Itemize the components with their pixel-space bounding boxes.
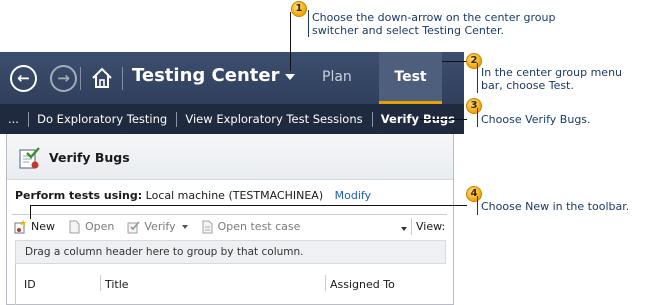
open-test-case-button[interactable]: Open test case — [201, 220, 301, 234]
callout-leader — [420, 119, 467, 120]
verify-button[interactable]: Verify — [127, 220, 188, 234]
testing-center-app: ← → Testing Center Plan Test ... Do Expl… — [0, 52, 464, 305]
group-by-hint[interactable]: Drag a column header here to group by th… — [15, 240, 446, 264]
numbered-callout-icon: 3 — [466, 98, 482, 114]
verify-bugs-panel: Verify Bugs Perform tests using: Local m… — [6, 134, 454, 305]
divider — [80, 67, 81, 90]
column-header-title[interactable]: Title — [105, 278, 129, 291]
verify-icon — [127, 220, 140, 233]
column-headers: ID Title Assigned To — [15, 264, 446, 305]
open-button[interactable]: Open — [68, 220, 114, 234]
callout-1-line: switcher and select Testing Center. — [312, 24, 504, 37]
callout-leader — [30, 205, 31, 219]
app-title: Testing Center — [132, 65, 280, 86]
callout-leader — [290, 12, 291, 71]
divider — [122, 67, 123, 90]
title-bar: ← → Testing Center Plan Test — [0, 52, 464, 104]
new-button[interactable]: New — [14, 219, 55, 234]
perform-tests-row: Perform tests using: Local machine (TEST… — [15, 189, 371, 202]
home-icon[interactable] — [90, 66, 114, 90]
subnav-view-exploratory-test-sessions[interactable]: View Exploratory Test Sessions — [176, 112, 371, 126]
callout-4-text: Choose New in the toolbar. — [481, 200, 629, 213]
open-test-case-label: Open test case — [217, 220, 301, 233]
back-arrow-icon[interactable]: ← — [10, 65, 37, 92]
callout-rule — [477, 63, 478, 93]
callout-rule — [308, 10, 309, 37]
toolbar: New Open Verify Open test case View: — [12, 214, 447, 238]
subnav-do-exploratory-testing[interactable]: Do Exploratory Testing — [28, 112, 176, 126]
callout-2-line: In the center group menu — [481, 66, 623, 79]
callout-leader — [442, 61, 467, 62]
divider — [411, 218, 412, 235]
chevron-down-icon[interactable] — [285, 74, 295, 80]
verify-bugs-icon — [19, 147, 40, 169]
subnav-overflow[interactable]: ... — [0, 112, 28, 126]
group-plan[interactable]: Plan — [322, 69, 352, 85]
view-label: View: — [416, 220, 446, 233]
chevron-down-icon[interactable] — [181, 224, 188, 229]
callout-4-line: Choose New in the toolbar. — [481, 200, 630, 213]
numbered-callout-icon: 4 — [466, 186, 482, 202]
new-item-icon — [14, 219, 26, 233]
open-document-icon — [69, 220, 80, 233]
column-header-id[interactable]: ID — [24, 278, 36, 291]
numbered-callout-icon: 2 — [466, 53, 482, 69]
modify-link[interactable]: Modify — [335, 189, 371, 202]
verify-button-label: Verify — [144, 220, 176, 233]
perform-value: Local machine (TESTMACHINEA) — [145, 189, 324, 202]
panel-title: Verify Bugs — [49, 150, 130, 165]
callout-3-text: Choose Verify Bugs. — [481, 113, 591, 126]
callout-2-line: bar, choose Test. — [481, 79, 574, 92]
panel-header: Verify Bugs — [7, 134, 453, 180]
perform-label: Perform tests using: — [15, 189, 143, 202]
callout-1-line: Choose the down-arrow on the center grou… — [312, 11, 556, 24]
callout-2-text: In the center group menu bar, choose Tes… — [481, 66, 622, 92]
column-divider[interactable] — [100, 275, 101, 291]
sub-navigation: ... Do Exploratory Testing View Explorat… — [0, 104, 464, 134]
callout-1-text: Choose the down-arrow on the center grou… — [312, 11, 555, 37]
callout-leader — [30, 205, 467, 206]
group-test[interactable]: Test — [379, 52, 442, 104]
chevron-down-icon[interactable] — [401, 227, 407, 231]
column-divider[interactable] — [325, 275, 326, 291]
test-case-icon — [202, 220, 213, 233]
callout-rule — [477, 196, 478, 215]
new-button-label: New — [31, 220, 55, 233]
callout-3-line: Choose Verify Bugs. — [481, 113, 591, 126]
column-header-assigned-to[interactable]: Assigned To — [330, 278, 395, 291]
callout-rule — [477, 108, 478, 127]
forward-arrow-icon[interactable]: → — [50, 65, 77, 92]
numbered-callout-icon: 1 — [291, 1, 307, 17]
open-button-label: Open — [85, 220, 115, 233]
